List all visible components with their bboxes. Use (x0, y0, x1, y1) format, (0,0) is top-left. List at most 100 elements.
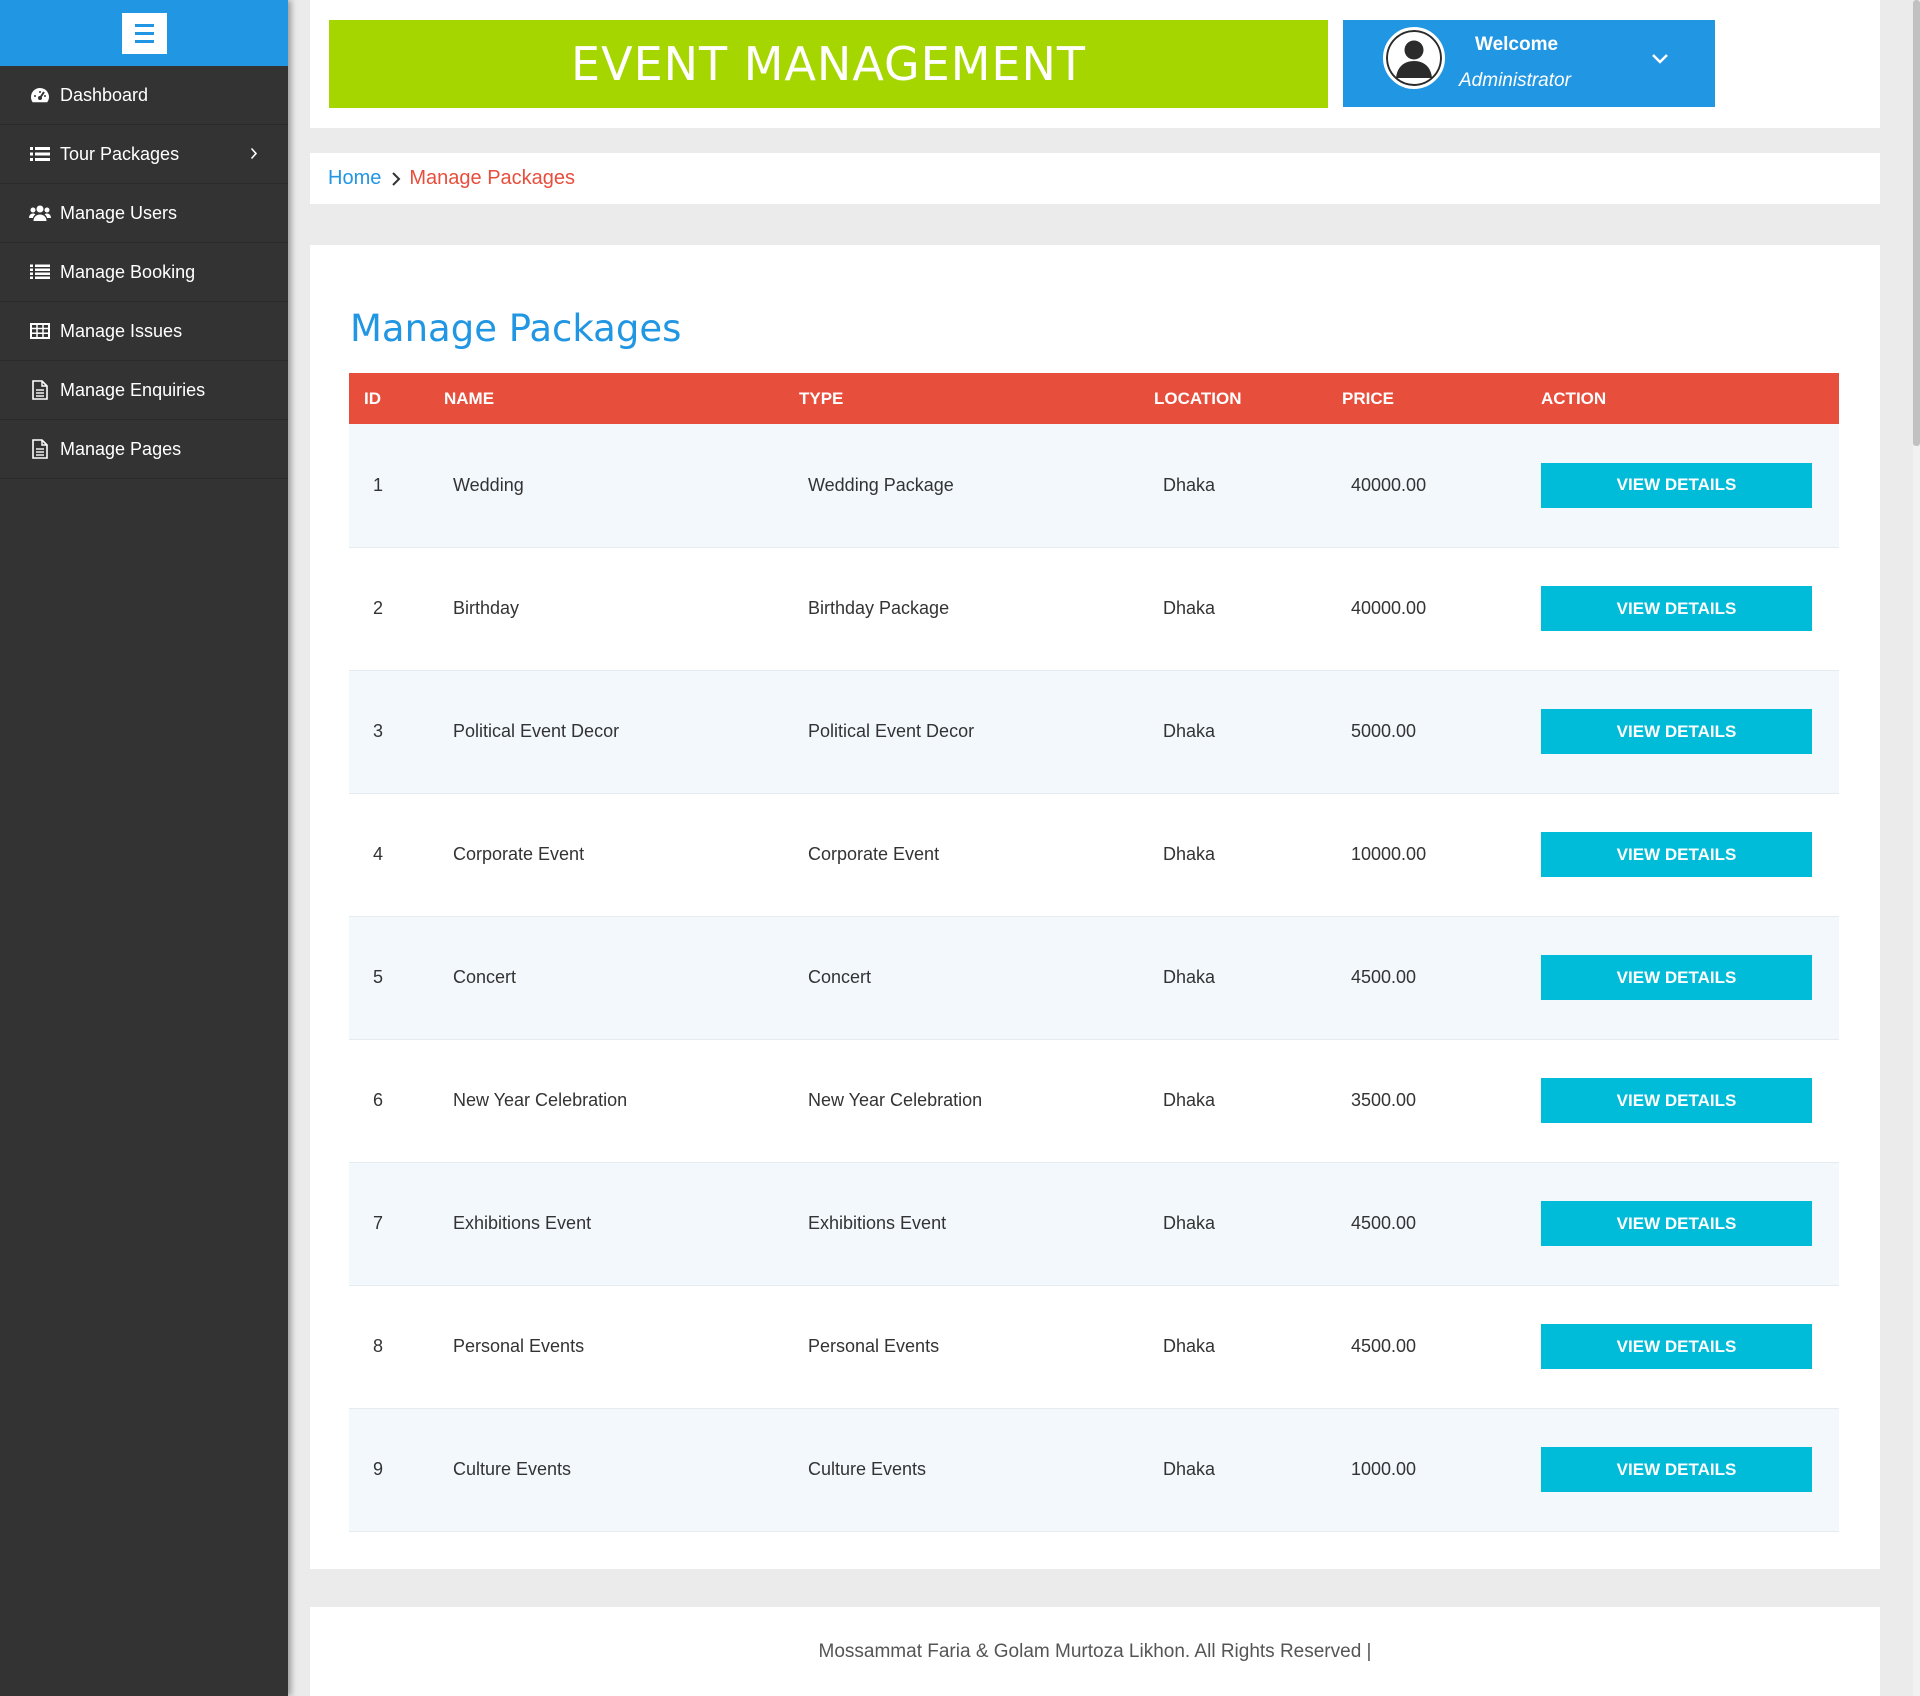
cell-id: 7 (373, 1213, 384, 1233)
view-details-button[interactable]: VIEW DETAILS (1541, 1201, 1812, 1246)
cell-id: 5 (373, 967, 384, 987)
cell-name: Concert (453, 967, 517, 987)
cell-location: Dhaka (1163, 967, 1216, 987)
breadcrumb-current: Manage Packages (409, 167, 576, 189)
cell-price: 4500.00 (1351, 967, 1417, 987)
table-row: 2 Birthday Birthday Package Dhaka 40000.… (349, 547, 1839, 670)
cell-price: 40000.00 (1351, 474, 1427, 495)
avatar (1383, 27, 1445, 89)
sidebar-item-label: Manage Enquiries (60, 379, 206, 400)
cell-name: Wedding (453, 474, 524, 495)
chevron-down-icon[interactable] (1651, 52, 1669, 70)
cell-id: 6 (373, 1090, 384, 1110)
column-header-type: TYPE (799, 388, 844, 408)
cell-name: Corporate Event (453, 844, 585, 864)
cell-id: 1 (373, 474, 384, 495)
cell-location: Dhaka (1163, 844, 1216, 864)
sidebar-item-dashboard[interactable]: Dashboard (0, 66, 288, 125)
cell-type: Corporate Event (808, 844, 940, 864)
table-icon (29, 320, 51, 342)
cell-location: Dhaka (1163, 1090, 1216, 1110)
cell-type: Personal Events (808, 1336, 940, 1356)
sidebar-item-label: Tour Packages (60, 143, 180, 164)
sidebar-item-label: Manage Booking (60, 261, 196, 282)
sidebar-item-manage-booking[interactable]: Manage Booking (0, 243, 288, 302)
cell-action: VIEW DETAILS (1541, 424, 1839, 547)
chevron-right-icon (391, 171, 401, 187)
cell-action: VIEW DETAILS (1541, 916, 1839, 1039)
column-header-name: NAME (444, 388, 495, 408)
table-row: 1 Wedding Wedding Package Dhaka 40000.00… (349, 424, 1839, 547)
view-details-button[interactable]: VIEW DETAILS (1541, 462, 1812, 508)
cell-location: Dhaka (1163, 1336, 1216, 1356)
cell-name: New Year Celebration (453, 1090, 628, 1110)
sidebar-item-label: Manage Issues (60, 320, 183, 341)
users-icon (29, 202, 51, 224)
user-greeting: Welcome (1475, 34, 1559, 55)
view-details-button[interactable]: VIEW DETAILS (1541, 586, 1812, 631)
view-details-button[interactable]: VIEW DETAILS (1541, 955, 1812, 1000)
footer-text: Mossammat Faria & Golam Murtoza Likhon. … (818, 1640, 1372, 1662)
cell-location: Dhaka (1163, 598, 1216, 618)
list-icon (29, 143, 51, 165)
brand-title: EVENT MANAGEMENT (329, 20, 1328, 108)
table-row: 7 Exhibitions Event Exhibitions Event Dh… (349, 1162, 1839, 1285)
breadcrumb: Home Manage Packages (310, 153, 1880, 204)
cell-type: Wedding Package (808, 474, 954, 495)
table-row: 5 Concert Concert Dhaka 4500.00 VIEW DET… (349, 916, 1839, 1039)
main-panel: Manage Packages ID NAME TYPE LOCATION PR… (310, 245, 1880, 1569)
table-row: 8 Personal Events Personal Events Dhaka … (349, 1285, 1839, 1408)
view-details-button[interactable]: VIEW DETAILS (1541, 1447, 1812, 1492)
cell-type: New Year Celebration (808, 1090, 983, 1110)
cell-id: 3 (373, 721, 384, 741)
sidebar-item-manage-pages[interactable]: Manage Pages (0, 420, 288, 479)
sidebar-item-tour-packages[interactable]: Tour Packages (0, 125, 288, 184)
table-row: 9 Culture Events Culture Events Dhaka 10… (349, 1408, 1839, 1531)
table-header-row: ID NAME TYPE LOCATION PRICE ACTION (349, 373, 1839, 424)
sidebar-item-manage-enquiries[interactable]: Manage Enquiries (0, 361, 288, 420)
cell-price: 40000.00 (1351, 598, 1427, 618)
sidebar-item-label: Manage Pages (60, 438, 182, 459)
file-icon (29, 379, 51, 401)
view-details-button[interactable]: VIEW DETAILS (1541, 832, 1812, 877)
table-row: 4 Corporate Event Corporate Event Dhaka … (349, 793, 1839, 916)
cell-action: VIEW DETAILS (1541, 1408, 1839, 1531)
cell-name: Political Event Decor (453, 721, 620, 741)
sidebar: Dashboard Tour Packages Manage Users Man… (0, 0, 288, 1696)
view-details-button[interactable]: VIEW DETAILS (1541, 709, 1812, 754)
cell-type: Culture Events (808, 1459, 927, 1479)
breadcrumb-home-link[interactable]: Home (328, 167, 381, 190)
list-icon (29, 261, 51, 283)
sidebar-item-label: Manage Users (60, 202, 178, 223)
hamburger-menu-icon[interactable] (121, 12, 167, 54)
view-details-button[interactable]: VIEW DETAILS (1541, 1324, 1812, 1369)
cell-name: Birthday (453, 598, 520, 618)
sidebar-item-manage-issues[interactable]: Manage Issues (0, 302, 288, 361)
cell-id: 2 (373, 598, 384, 618)
cell-price: 4500.00 (1351, 1213, 1417, 1233)
cell-action: VIEW DETAILS (1541, 793, 1839, 916)
column-header-action: ACTION (1541, 388, 1607, 408)
page-title: Manage Packages (350, 307, 682, 350)
cell-name: Exhibitions Event (453, 1213, 592, 1233)
user-menu[interactable]: Welcome Administrator (1343, 20, 1715, 107)
cell-id: 4 (373, 844, 384, 864)
cell-type: Concert (808, 967, 872, 987)
cell-price: 3500.00 (1351, 1090, 1417, 1110)
view-details-button[interactable]: VIEW DETAILS (1541, 1078, 1812, 1123)
footer: Mossammat Faria & Golam Murtoza Likhon. … (310, 1607, 1880, 1696)
sidebar-item-manage-users[interactable]: Manage Users (0, 184, 288, 243)
table-row: 3 Political Event Decor Political Event … (349, 670, 1839, 793)
scrollbar-thumb[interactable] (1913, 0, 1920, 446)
column-header-id: ID (364, 388, 381, 408)
sidebar-item-label: Dashboard (60, 84, 149, 105)
cell-location: Dhaka (1163, 1213, 1216, 1233)
cell-type: Exhibitions Event (808, 1213, 947, 1233)
packages-table: ID NAME TYPE LOCATION PRICE ACTION 1 Wed… (349, 373, 1839, 1532)
sidebar-header (0, 0, 288, 66)
user-role: Administrator (1459, 70, 1571, 91)
column-header-price: PRICE (1342, 388, 1394, 408)
scrollbar-track[interactable] (1913, 0, 1920, 1696)
cell-action: VIEW DETAILS (1541, 1039, 1839, 1162)
dashboard-icon (29, 84, 51, 106)
